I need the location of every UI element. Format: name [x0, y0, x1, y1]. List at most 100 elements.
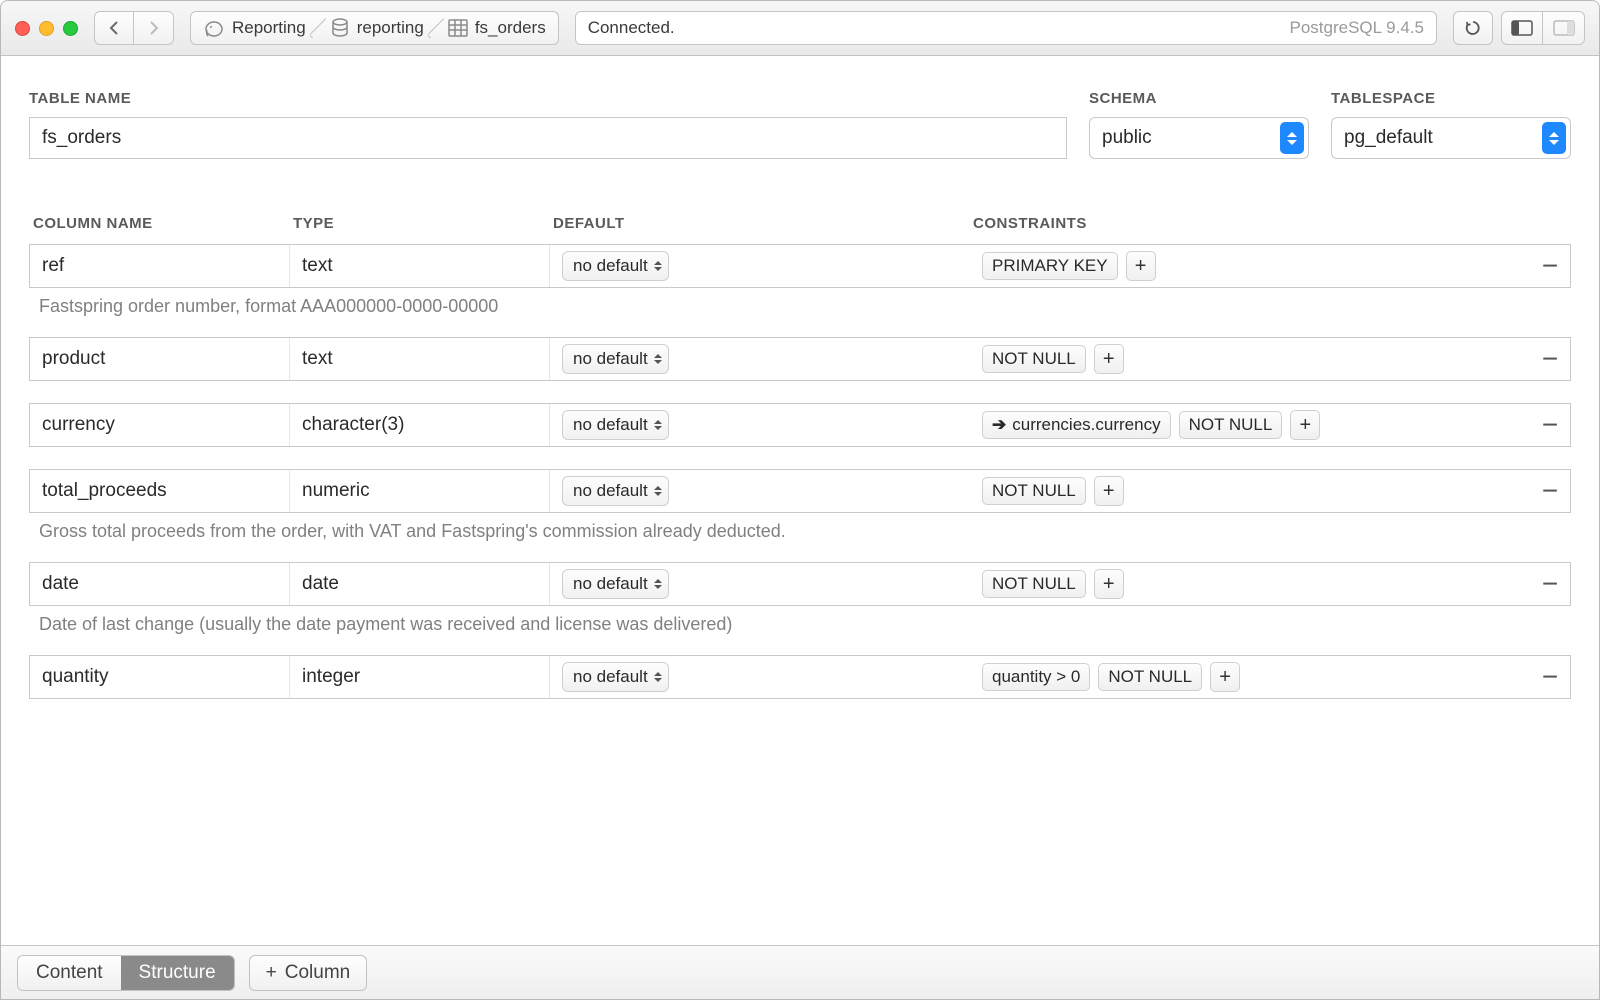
- toggle-left-panel-button[interactable]: [1501, 11, 1543, 45]
- connection-status: Connected.: [588, 18, 675, 38]
- column-default-cell: no default: [550, 656, 970, 698]
- column-row: datedate no default NOT NULL + −: [29, 562, 1571, 606]
- constraint-pill[interactable]: PRIMARY KEY: [982, 252, 1118, 280]
- default-dropdown[interactable]: no default: [562, 662, 669, 692]
- column-type-cell[interactable]: numeric: [290, 470, 550, 512]
- table-name-input[interactable]: [29, 117, 1067, 159]
- forward-button[interactable]: [134, 11, 174, 45]
- dropdown-stepper-icon: [654, 420, 662, 430]
- breadcrumb-label: Reporting: [232, 18, 306, 38]
- breadcrumb-table[interactable]: fs_orders: [436, 18, 558, 38]
- column-type-cell[interactable]: date: [290, 563, 550, 605]
- tab-content[interactable]: Content: [18, 956, 121, 990]
- remove-column-button[interactable]: −: [1530, 409, 1570, 441]
- column-name-cell[interactable]: date: [30, 563, 290, 605]
- tablespace-label: TABLESPACE: [1331, 90, 1571, 107]
- add-constraint-button[interactable]: +: [1290, 410, 1320, 440]
- column-default-cell: no default: [550, 404, 970, 446]
- constraint-text: currencies.currency: [1012, 415, 1160, 435]
- default-dropdown-label: no default: [573, 256, 648, 276]
- fk-arrow-icon: ➔: [992, 415, 1006, 435]
- column-description: Fastspring order number, format AAA00000…: [29, 290, 1571, 337]
- tablespace-select[interactable]: pg_default: [1331, 117, 1571, 159]
- column-type-cell[interactable]: character(3): [290, 404, 550, 446]
- titlebar-right: [1453, 11, 1585, 45]
- constraint-pill[interactable]: NOT NULL: [982, 570, 1086, 598]
- constraint-pill[interactable]: ➔ currencies.currency: [982, 411, 1171, 439]
- column-default-cell: no default: [550, 245, 970, 287]
- default-dropdown-label: no default: [573, 481, 648, 501]
- back-button[interactable]: [94, 11, 134, 45]
- main-content: TABLE NAME SCHEMA public TABLESPACE pg_d…: [1, 56, 1599, 945]
- default-dropdown[interactable]: no default: [562, 251, 669, 281]
- default-dropdown[interactable]: no default: [562, 344, 669, 374]
- column-row: quantityinteger no default quantity > 0 NOT…: [29, 655, 1571, 699]
- constraint-text: NOT NULL: [1108, 667, 1192, 687]
- toggle-right-panel-button[interactable]: [1543, 11, 1585, 45]
- schema-label: SCHEMA: [1089, 90, 1309, 107]
- dropdown-stepper-icon: [654, 579, 662, 589]
- column-row: reftext no default PRIMARY KEY + −: [29, 244, 1571, 288]
- dropdown-stepper-icon: [654, 486, 662, 496]
- column-name-cell[interactable]: currency: [30, 404, 290, 446]
- app-window: Reporting reporting fs_orders Connected.…: [0, 0, 1600, 1000]
- constraint-pill[interactable]: NOT NULL: [982, 477, 1086, 505]
- schema-select[interactable]: public: [1089, 117, 1309, 159]
- reload-button[interactable]: [1453, 11, 1493, 45]
- add-constraint-button[interactable]: +: [1094, 569, 1124, 599]
- table-icon: [448, 19, 468, 37]
- constraint-pill[interactable]: NOT NULL: [982, 345, 1086, 373]
- column-constraints-cell: PRIMARY KEY +: [970, 245, 1530, 287]
- add-constraint-button[interactable]: +: [1094, 344, 1124, 374]
- column-type-cell[interactable]: text: [290, 338, 550, 380]
- add-constraint-button[interactable]: +: [1126, 251, 1156, 281]
- column-constraints-cell: NOT NULL +: [970, 470, 1530, 512]
- status-bar: Connected. PostgreSQL 9.4.5: [575, 11, 1437, 45]
- breadcrumb-database[interactable]: reporting: [318, 18, 436, 38]
- constraints-header: CONSTRAINTS: [973, 215, 1527, 232]
- default-dropdown-label: no default: [573, 349, 648, 369]
- plus-icon: +: [266, 962, 277, 984]
- column-constraints-cell: NOT NULL +: [970, 338, 1530, 380]
- remove-column-button[interactable]: −: [1530, 343, 1570, 375]
- footer-bar: Content Structure + Column: [1, 945, 1599, 999]
- column-name-cell[interactable]: total_proceeds: [30, 470, 290, 512]
- close-window-button[interactable]: [15, 21, 30, 36]
- add-constraint-button[interactable]: +: [1210, 662, 1240, 692]
- tab-structure[interactable]: Structure: [121, 956, 234, 990]
- column-row: currencycharacter(3) no default ➔ currencie…: [29, 403, 1571, 447]
- column-type-cell[interactable]: text: [290, 245, 550, 287]
- default-dropdown[interactable]: no default: [562, 569, 669, 599]
- zoom-window-button[interactable]: [63, 21, 78, 36]
- select-stepper-icon: [1542, 122, 1566, 154]
- add-constraint-button[interactable]: +: [1094, 476, 1124, 506]
- default-dropdown-label: no default: [573, 415, 648, 435]
- column-description: Date of last change (usually the date pa…: [29, 608, 1571, 655]
- constraint-pill[interactable]: NOT NULL: [1098, 663, 1202, 691]
- column-name-cell[interactable]: ref: [30, 245, 290, 287]
- add-column-label: Column: [285, 962, 350, 984]
- remove-column-button[interactable]: −: [1530, 250, 1570, 282]
- constraint-pill[interactable]: quantity > 0: [982, 663, 1090, 691]
- constraint-pill[interactable]: NOT NULL: [1179, 411, 1283, 439]
- constraint-text: NOT NULL: [992, 349, 1076, 369]
- column-name-cell[interactable]: product: [30, 338, 290, 380]
- column-row: producttext no default NOT NULL + −: [29, 337, 1571, 381]
- remove-column-button[interactable]: −: [1530, 475, 1570, 507]
- column-type-cell[interactable]: integer: [290, 656, 550, 698]
- column-constraints-cell: NOT NULL +: [970, 563, 1530, 605]
- view-tabs: Content Structure: [17, 955, 235, 991]
- remove-column-button[interactable]: −: [1530, 568, 1570, 600]
- default-dropdown[interactable]: no default: [562, 410, 669, 440]
- dropdown-stepper-icon: [654, 672, 662, 682]
- column-name-cell[interactable]: quantity: [30, 656, 290, 698]
- breadcrumb-connection[interactable]: Reporting: [191, 18, 318, 38]
- constraint-text: quantity > 0: [992, 667, 1080, 687]
- minimize-window-button[interactable]: [39, 21, 54, 36]
- remove-column-button[interactable]: −: [1530, 661, 1570, 693]
- default-dropdown[interactable]: no default: [562, 476, 669, 506]
- column-name-header: COLUMN NAME: [33, 215, 293, 232]
- constraint-text: NOT NULL: [992, 481, 1076, 501]
- add-column-button[interactable]: + Column: [249, 955, 368, 991]
- dropdown-stepper-icon: [654, 354, 662, 364]
